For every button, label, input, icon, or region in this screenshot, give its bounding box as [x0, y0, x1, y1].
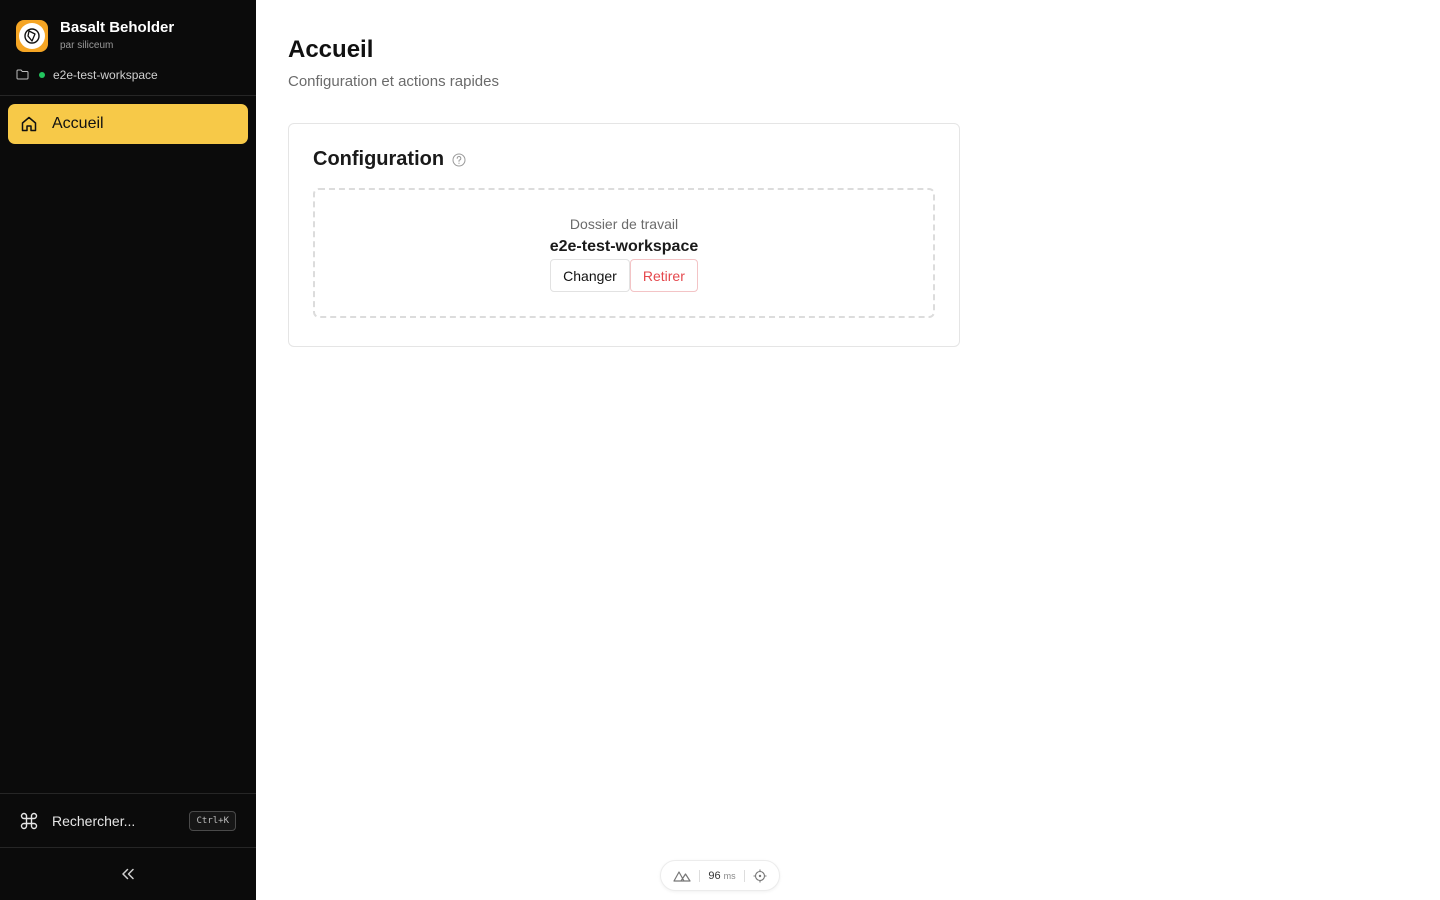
search-label: Rechercher... [52, 812, 136, 829]
nuxt-logo-icon[interactable] [673, 870, 691, 882]
chevrons-left-icon [122, 868, 134, 880]
search-shortcut-badge: Ctrl+K [189, 810, 236, 831]
workspace-indicator[interactable]: e2e-test-workspace [0, 54, 256, 96]
card-title: Configuration [313, 148, 445, 170]
perf-value: 96 [708, 869, 721, 882]
collapse-sidebar-button[interactable] [0, 847, 256, 900]
app-name: Basalt Beholder [60, 19, 175, 37]
page-title: Accueil [288, 36, 374, 63]
app-logo [16, 19, 48, 52]
perf-divider [699, 869, 701, 882]
folder-icon [16, 69, 29, 80]
sidebar: Basalt Beholder par siliceum e2e-test-wo… [0, 0, 256, 900]
crosshair-icon[interactable] [753, 869, 767, 883]
search-button[interactable]: Rechercher... Ctrl+K [0, 793, 256, 847]
workspace-folder-dropzone[interactable]: Dossier de travail e2e-test-workspace Ch… [313, 188, 935, 318]
help-circle-icon[interactable] [452, 153, 466, 167]
brand-header: Basalt Beholder par siliceum [0, 0, 256, 54]
beholder-logo-icon [24, 27, 40, 44]
perf-divider [743, 869, 745, 882]
workspace-status-dot [39, 71, 45, 78]
folder-value: e2e-test-workspace [549, 238, 699, 255]
main-content: Accueil Configuration et actions rapides… [288, 0, 1440, 347]
sidebar-nav: Accueil [0, 96, 256, 793]
sidebar-item-label: Accueil [52, 115, 104, 132]
app-byline: par siliceum [60, 39, 114, 51]
folder-label: Dossier de travail [569, 216, 679, 232]
change-folder-button[interactable]: Changer [550, 259, 630, 292]
home-icon [21, 116, 37, 132]
configuration-card: Configuration Dossier de travail e2e-tes… [288, 123, 960, 347]
page-subtitle: Configuration et actions rapides [288, 73, 499, 90]
remove-folder-button[interactable]: Retirer [629, 259, 698, 292]
sidebar-item-accueil[interactable]: Accueil [8, 104, 248, 144]
perf-indicator: 96 ms [660, 860, 780, 891]
workspace-name: e2e-test-workspace [53, 67, 158, 82]
command-icon [20, 812, 38, 829]
perf-unit: ms [723, 870, 736, 881]
